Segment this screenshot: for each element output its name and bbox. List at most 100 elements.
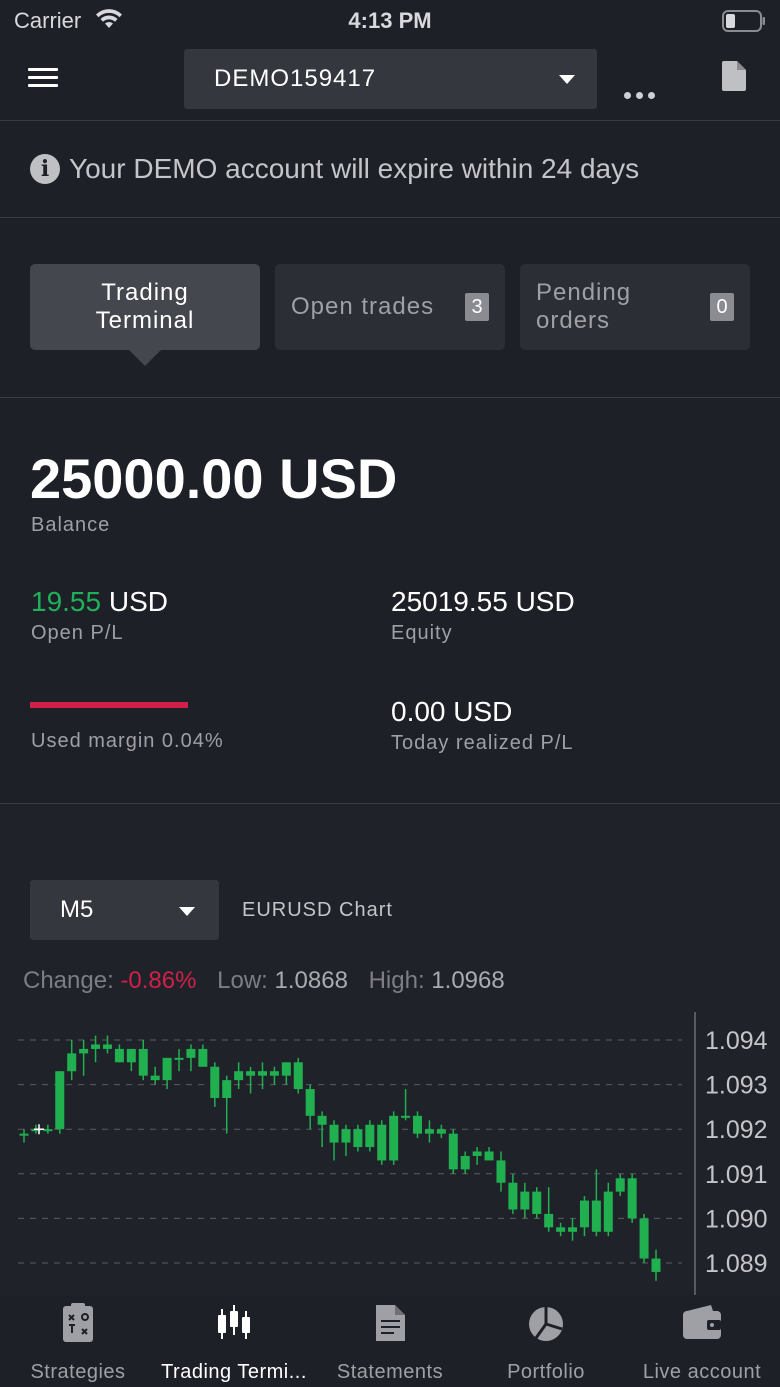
candle-body xyxy=(627,1178,637,1219)
high-label: High: xyxy=(368,967,425,994)
chevron-down-icon xyxy=(179,907,195,916)
candle-body xyxy=(329,1124,339,1143)
tab-pending-orders[interactable]: Pending orders 0 xyxy=(520,264,750,350)
today-realized-pl: 0.00 USD Today realized P/L xyxy=(391,696,574,755)
candle-body xyxy=(43,1129,53,1132)
notice-text: Your DEMO account will expire within 24 … xyxy=(69,153,640,184)
low-label: Low: xyxy=(217,967,268,994)
tab-open-trades[interactable]: Open trades 3 xyxy=(275,264,505,350)
tab-trading-terminal[interactable]: Trading Terminal xyxy=(30,264,260,350)
candle-body xyxy=(591,1200,601,1232)
candle-body xyxy=(508,1182,518,1210)
tab-label: Trading Terminal xyxy=(95,279,195,334)
y-tick-label: 1.089 xyxy=(705,1250,768,1278)
chart-title: EURUSD Chart xyxy=(242,899,393,921)
open-pl-value: 19.55 xyxy=(31,586,102,617)
info-icon: i xyxy=(30,154,60,184)
status-bar: Carrier 4:13 PM xyxy=(0,0,780,40)
open-pl: 19.55 USD Open P/L xyxy=(31,586,168,645)
used-margin: Used margin 0.04% xyxy=(31,704,224,753)
candle-body xyxy=(222,1080,232,1098)
tabbar-label: Live account xyxy=(642,1361,762,1383)
candle-body xyxy=(55,1071,65,1130)
timeframe-dropdown[interactable]: M5 xyxy=(30,880,219,940)
active-tab-pointer xyxy=(129,350,161,366)
candle-body xyxy=(269,1071,279,1076)
today-label: Today realized P/L xyxy=(391,732,574,754)
candle-body xyxy=(472,1151,482,1156)
candle-body xyxy=(79,1048,89,1054)
strategy-board-icon xyxy=(63,1303,93,1342)
candle-body xyxy=(639,1218,649,1259)
open-pl-unit: USD xyxy=(108,586,168,617)
y-tick-label: 1.092 xyxy=(705,1116,768,1144)
tabbar-item-strategies[interactable]: Strategies xyxy=(0,1295,156,1387)
document-icon[interactable] xyxy=(722,61,746,96)
candle-body xyxy=(532,1191,542,1214)
y-tick-label: 1.093 xyxy=(705,1072,768,1100)
equity-label: Equity xyxy=(391,622,453,644)
app-header: DEMO159417 xyxy=(0,40,780,121)
low-value: 1.0868 xyxy=(274,967,348,994)
candle-body xyxy=(413,1115,423,1134)
tabbar-item-portfolio[interactable]: Portfolio xyxy=(468,1295,624,1387)
statement-icon xyxy=(376,1305,405,1341)
candle-body xyxy=(484,1151,494,1161)
expiry-notice: i Your DEMO account will expire within 2… xyxy=(0,121,780,218)
candle-body xyxy=(210,1066,220,1098)
timeframe-value: M5 xyxy=(60,896,94,923)
candle-body xyxy=(305,1089,315,1116)
candlestick-chart[interactable]: 1.094 1.093 1.092 1.091 1.090 1.089 xyxy=(0,1012,780,1295)
candlestick-icon xyxy=(218,1305,250,1339)
candle-body xyxy=(281,1062,291,1076)
candle-body xyxy=(615,1178,625,1192)
candle-body xyxy=(651,1258,661,1272)
candle-body xyxy=(257,1071,267,1076)
candle-body xyxy=(246,1071,256,1076)
candle-body xyxy=(544,1213,554,1228)
candle-body xyxy=(556,1227,566,1232)
account-dropdown[interactable]: DEMO159417 xyxy=(184,49,597,109)
candle-body xyxy=(67,1053,77,1072)
candle-body xyxy=(198,1048,208,1067)
tabbar-item-trading-terminal[interactable]: Trading Termi... xyxy=(156,1295,312,1387)
hamburger-menu-icon[interactable] xyxy=(28,68,58,88)
candle-body xyxy=(603,1191,613,1232)
candle-body xyxy=(234,1071,244,1081)
tabbar-item-statements[interactable]: Statements xyxy=(312,1295,468,1387)
y-tick-label: 1.094 xyxy=(705,1027,768,1055)
candle-body xyxy=(579,1200,589,1228)
candle-body xyxy=(568,1227,578,1232)
candle-body xyxy=(460,1155,470,1170)
candle-body xyxy=(19,1133,29,1136)
candle-body xyxy=(496,1160,506,1183)
change-value: -0.86% xyxy=(120,967,197,994)
candle-body xyxy=(150,1075,160,1081)
candle-body xyxy=(293,1062,303,1090)
equity: 25019.55 USD Equity xyxy=(391,586,575,645)
candle-body xyxy=(126,1048,136,1063)
status-time: 4:13 PM xyxy=(348,8,432,33)
candle-body xyxy=(448,1133,458,1170)
today-value: 0.00 USD xyxy=(391,696,513,727)
candle-body xyxy=(424,1129,434,1134)
battery-icon xyxy=(722,10,766,37)
tabbar-label: Portfolio xyxy=(507,1361,585,1383)
account-summary: 25000.00 USD Balance 19.55 USD Open P/L … xyxy=(0,398,780,804)
candle-body xyxy=(102,1044,112,1049)
ellipsis-icon[interactable] xyxy=(624,86,660,104)
count-badge: 3 xyxy=(465,293,489,321)
used-margin-label: Used margin 0.04% xyxy=(31,730,224,752)
chart-stats: Change: -0.86% Low: 1.0868 High: 1.0968 xyxy=(23,967,505,995)
change-label: Change: xyxy=(23,967,114,994)
candle-body xyxy=(114,1048,124,1063)
tabbar-item-live-account[interactable]: Live account xyxy=(624,1295,780,1387)
candle-body xyxy=(365,1124,375,1148)
candle-body xyxy=(377,1124,387,1161)
chevron-down-icon xyxy=(559,75,575,84)
candle-body xyxy=(186,1048,196,1058)
candle-body xyxy=(389,1115,399,1161)
tabbar-label: Trading Termi... xyxy=(161,1361,307,1383)
candle-body xyxy=(91,1044,101,1049)
tabbar-label: Strategies xyxy=(30,1361,126,1383)
